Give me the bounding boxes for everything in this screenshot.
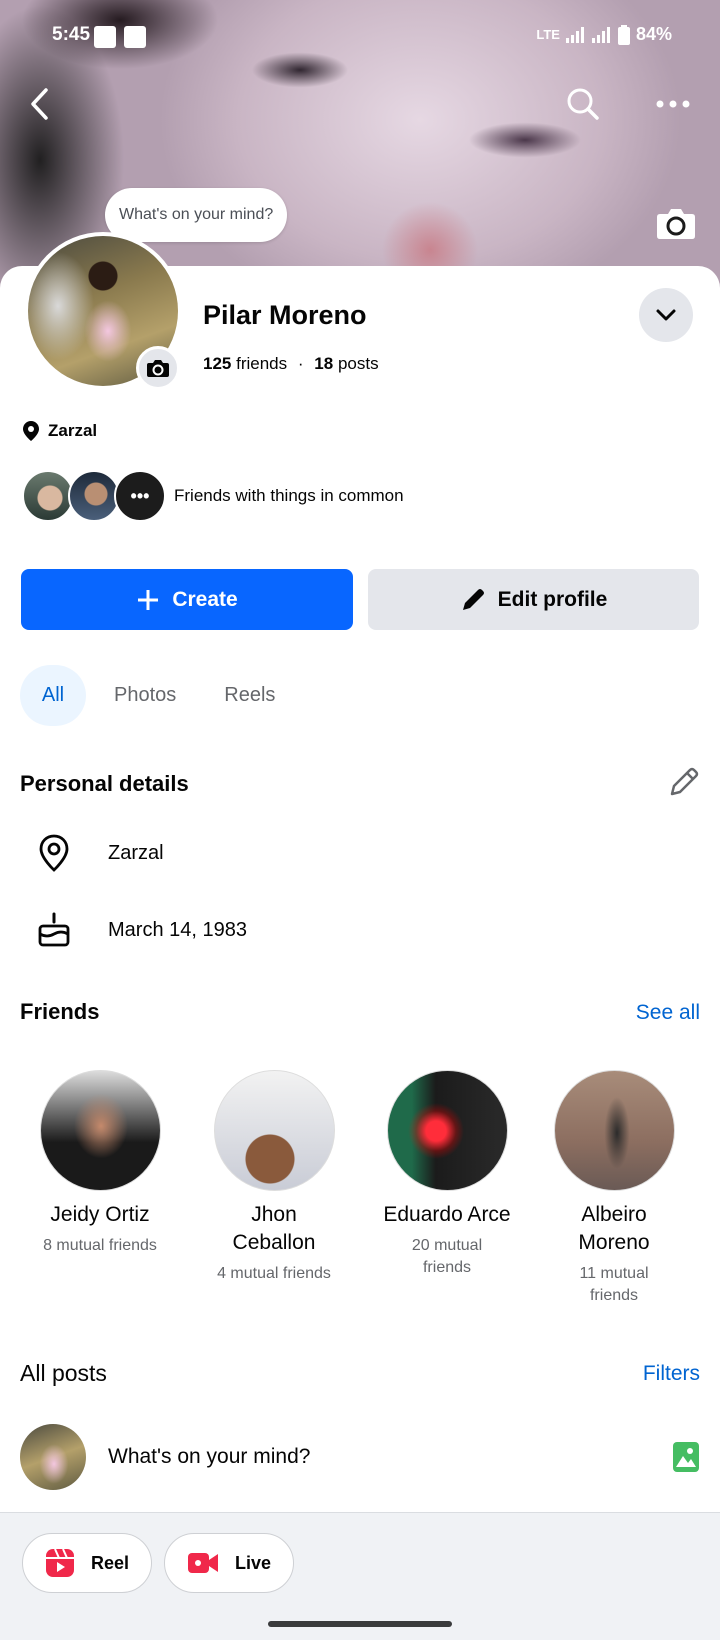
location-text: Zarzal [48, 421, 98, 440]
tab-photos[interactable]: Photos [94, 665, 196, 726]
battery-percent: 84% [635, 24, 672, 44]
friend-mutual-count: 11 mutual friends [579, 1265, 649, 1304]
status-indicators: LTE 84% [536, 24, 672, 45]
posts-count: 18 [314, 354, 334, 373]
detail-location: Zarzal [34, 834, 164, 872]
search-button[interactable] [559, 80, 607, 128]
friend-photo [39, 1070, 161, 1191]
tab-reels[interactable]: Reels [204, 665, 295, 726]
network-type: LTE [536, 27, 560, 42]
mutual-friends-row[interactable]: ••• Friends with things in common [22, 470, 404, 522]
friend-card[interactable]: Albeiro Moreno 11 mutual friends [529, 1070, 699, 1307]
see-all-friends-link[interactable]: See all [636, 1001, 700, 1025]
all-posts-title: All posts [20, 1360, 107, 1386]
camera-icon [147, 360, 169, 377]
status-bubble[interactable]: What's on your mind? [105, 188, 288, 242]
live-button[interactable]: Live [164, 1533, 295, 1593]
edit-profile-button[interactable]: Edit profile [368, 569, 699, 630]
tab-all[interactable]: All [20, 665, 86, 726]
mutual-friends-text: Friends with things in common [174, 486, 404, 505]
friend-photo [553, 1070, 675, 1191]
plus-icon [138, 589, 159, 610]
profile-stats[interactable]: 125 friends · 18 posts [203, 354, 379, 374]
edit-details-button[interactable] [668, 766, 700, 803]
home-indicator[interactable] [268, 1621, 452, 1627]
notification-icon [94, 26, 116, 48]
posts-label: posts [337, 354, 379, 373]
friend-name: Eduardo Arce [383, 1203, 511, 1226]
more-options-button[interactable] [649, 80, 697, 128]
mutual-friend-avatar [68, 470, 120, 522]
friend-photo [386, 1070, 508, 1191]
personal-details-title: Personal details [20, 771, 189, 796]
create-label: Create [172, 587, 238, 611]
profile-location: Zarzal [22, 420, 97, 442]
notification-icon [124, 26, 146, 48]
back-arrow-icon [31, 88, 48, 120]
profile-tabs: All Photos Reels [20, 665, 295, 726]
pencil-icon [462, 588, 484, 610]
filters-link[interactable]: Filters [643, 1362, 700, 1386]
photo-icon[interactable] [672, 1441, 700, 1473]
profile-name: Pilar Moreno [203, 300, 367, 330]
detail-birthday-text: March 14, 1983 [108, 918, 247, 941]
friend-mutual-count: 4 mutual friends [217, 1265, 331, 1282]
friends-title: Friends [20, 999, 100, 1024]
friend-name: Albeiro Moreno [578, 1203, 650, 1254]
live-video-icon [188, 1553, 218, 1573]
friend-card[interactable]: Jeidy Ortiz 8 mutual friends [15, 1070, 185, 1257]
friends-label: friends [236, 354, 288, 373]
friends-count: 125 [203, 354, 232, 373]
create-button[interactable]: Create [21, 569, 353, 630]
friend-card[interactable]: Eduardo Arce 20 mutual friends [362, 1070, 532, 1279]
post-composer[interactable]: What's on your mind? [20, 1424, 700, 1490]
friend-name: Jhon Ceballon [232, 1203, 316, 1254]
profile-dropdown-button[interactable] [639, 288, 693, 342]
location-pin-icon [39, 834, 69, 872]
edit-profile-picture-button[interactable] [136, 346, 180, 390]
live-label: Live [235, 1552, 272, 1573]
chevron-down-icon [656, 309, 676, 321]
detail-birthday: March 14, 1983 [34, 912, 247, 948]
more-mutual-icon: ••• [114, 470, 166, 522]
stats-separator: · [297, 354, 304, 373]
reel-icon [46, 1548, 74, 1577]
friend-photo [213, 1070, 335, 1191]
composer-placeholder[interactable]: What's on your mind? [108, 1445, 672, 1469]
reel-label: Reel [91, 1552, 130, 1573]
location-pin-icon [23, 421, 39, 441]
edit-cover-button[interactable] [656, 206, 696, 245]
friend-card[interactable]: Jhon Ceballon 4 mutual friends [189, 1070, 359, 1285]
edit-profile-label: Edit profile [497, 587, 608, 611]
bottom-action-bar: Reel Live [0, 1512, 720, 1640]
reel-button[interactable]: Reel [22, 1533, 153, 1593]
signal-icon [565, 26, 586, 43]
signal-icon [591, 26, 612, 43]
birthday-cake-icon [38, 912, 70, 947]
avatar [20, 1424, 86, 1490]
search-icon [567, 88, 599, 120]
friend-mutual-count: 8 mutual friends [43, 1237, 157, 1254]
camera-icon [657, 209, 695, 239]
back-button[interactable] [16, 80, 64, 128]
more-dots-icon [656, 100, 690, 108]
friend-name: Jeidy Ortiz [50, 1203, 150, 1226]
status-bar: 5:45 LTE 84% [0, 0, 720, 72]
battery-icon [617, 24, 630, 45]
pencil-icon [670, 767, 699, 796]
mutual-friend-avatar [22, 470, 74, 522]
detail-location-text: Zarzal [108, 841, 164, 864]
friend-mutual-count: 20 mutual friends [411, 1237, 483, 1276]
status-time: 5:45 [52, 24, 91, 45]
